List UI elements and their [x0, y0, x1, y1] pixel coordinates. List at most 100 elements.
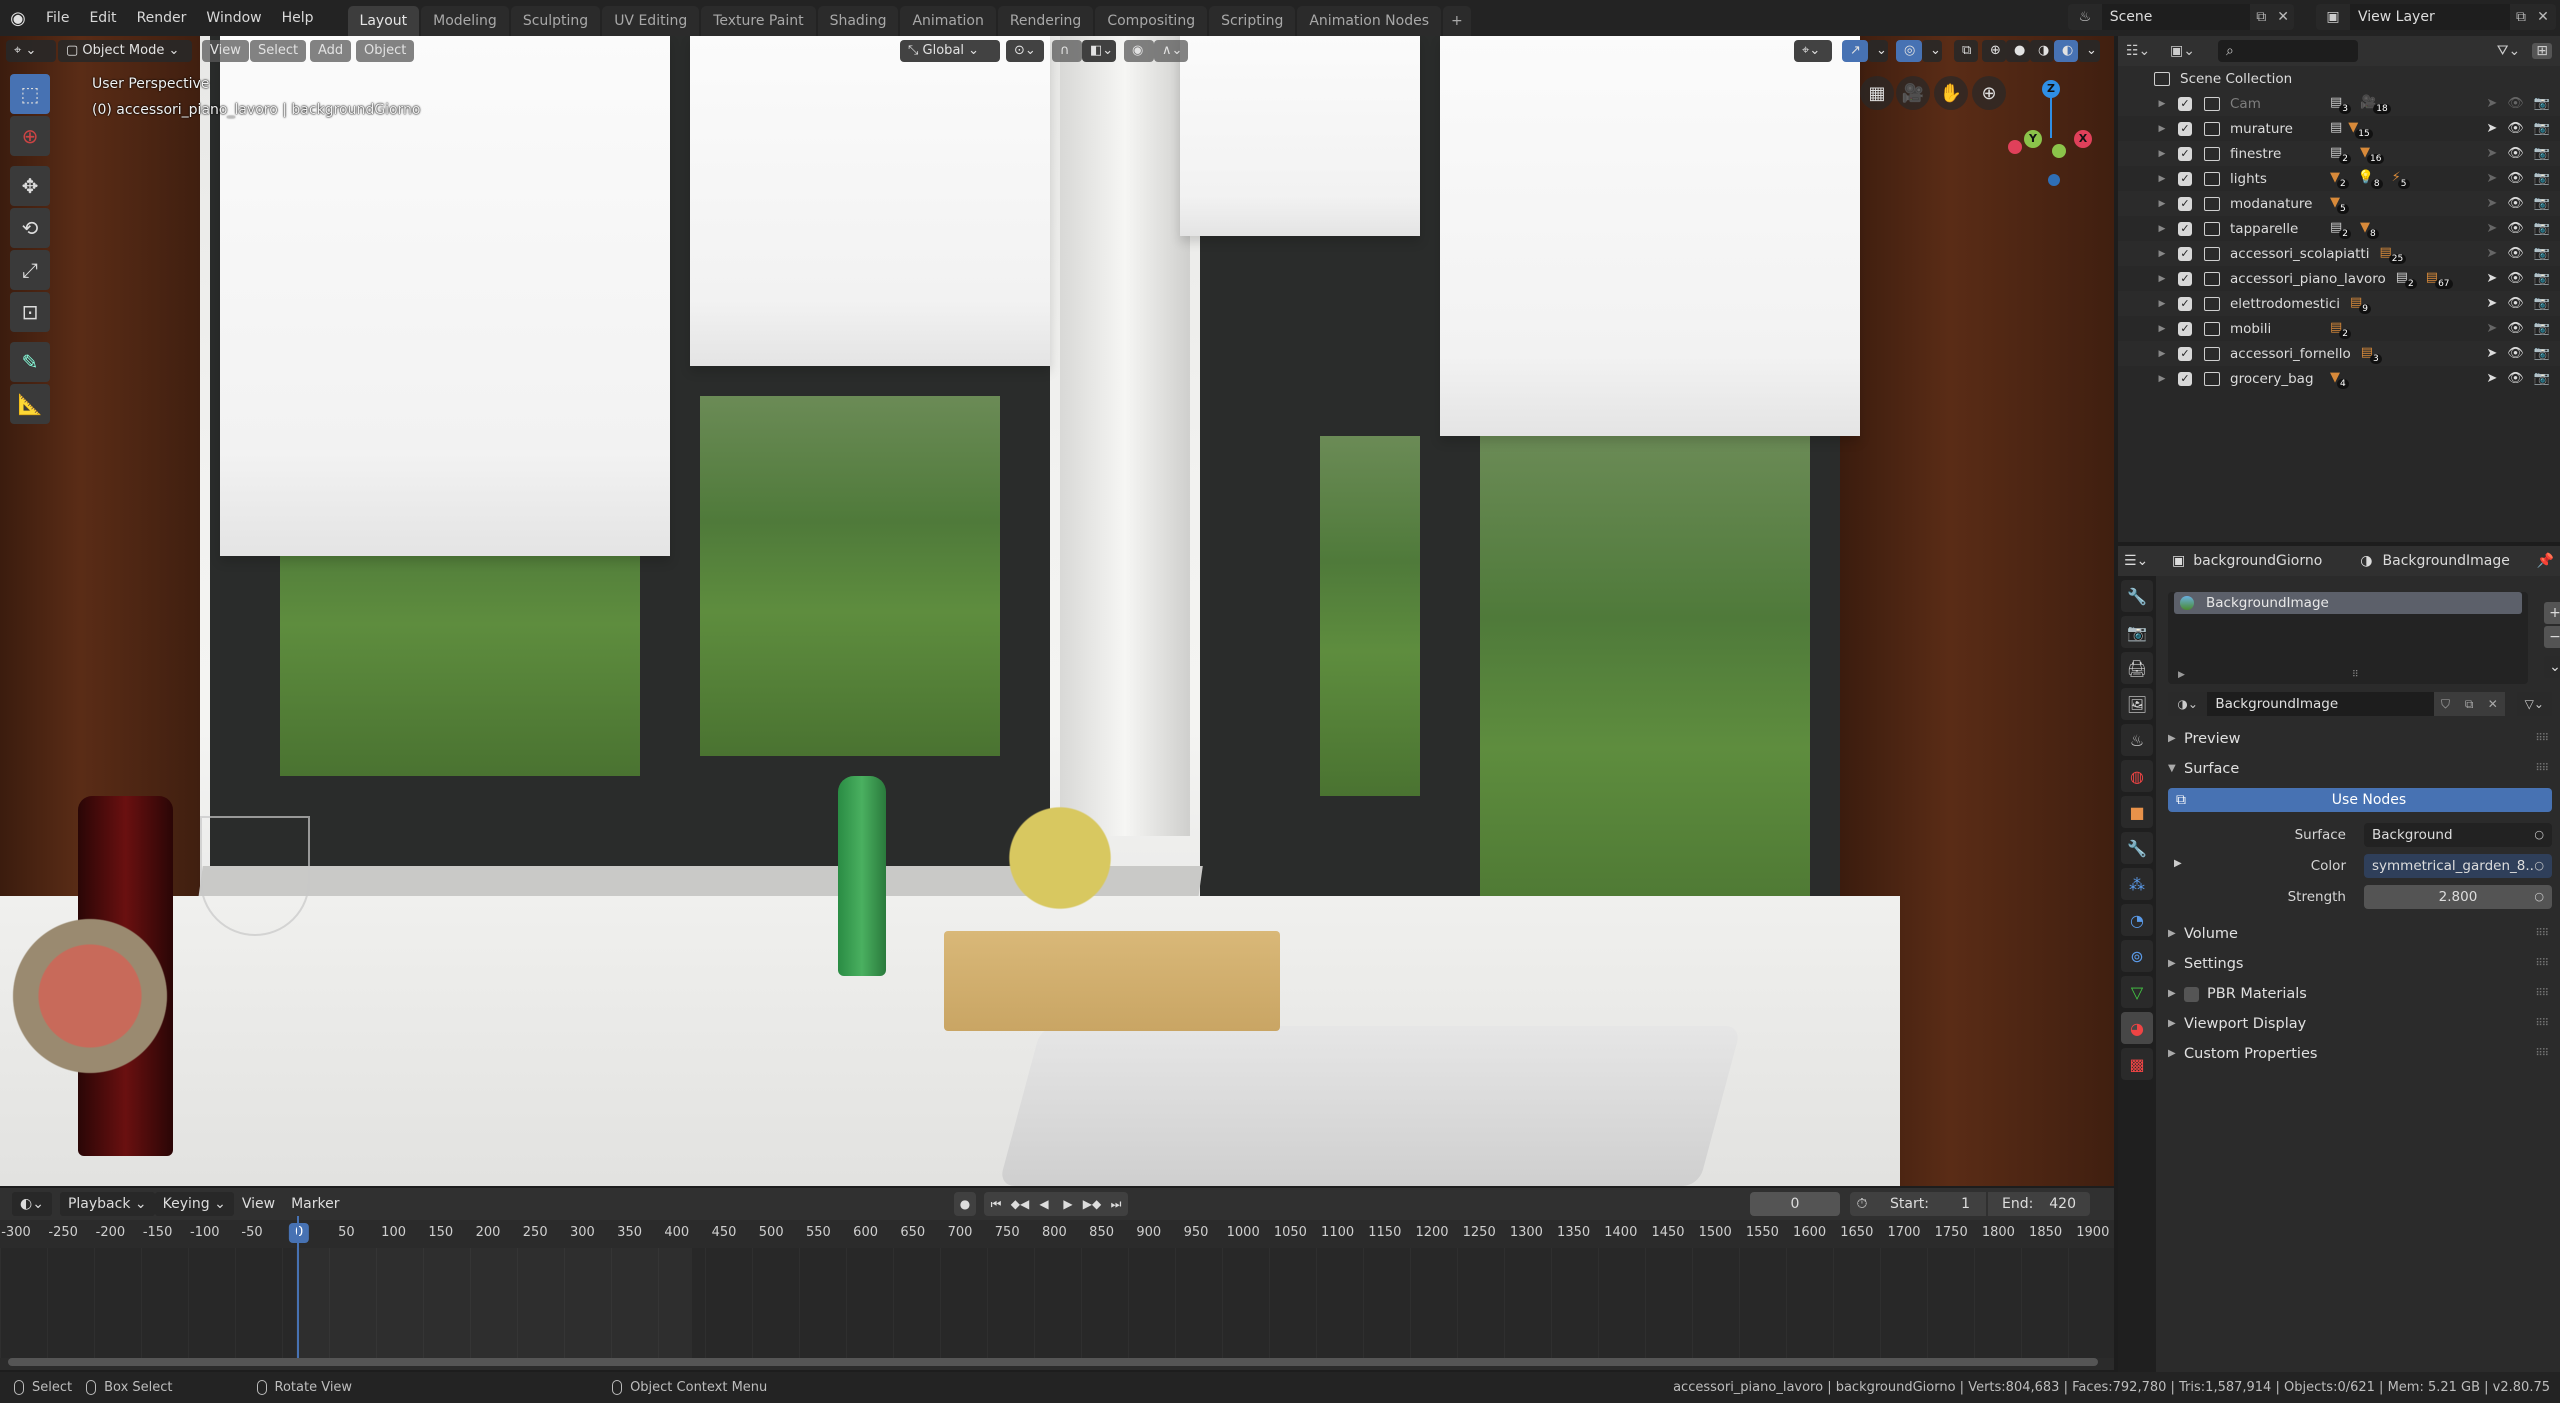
render-camera-icon[interactable]: 📷: [2534, 371, 2550, 386]
collection-name[interactable]: Cam: [2230, 96, 2320, 112]
collection-name[interactable]: grocery_bag: [2230, 371, 2320, 387]
tab-shading[interactable]: Shading: [817, 6, 899, 36]
toggle-grid-icon[interactable]: ▦: [1860, 76, 1894, 110]
menu-render[interactable]: Render: [127, 0, 197, 36]
shading-solid-button[interactable]: ●: [2006, 40, 2030, 62]
unlink-material-button[interactable]: ✕: [2480, 692, 2505, 716]
outliner-row-accessori-fornello[interactable]: ▶ ✓ accessori_fornello ▤3 ➤ 👁 📷: [2118, 341, 2560, 366]
collection-count-badge[interactable]: ▤3: [2361, 345, 2385, 365]
drag-grip-icon[interactable]: ⠿⠿: [2535, 724, 2549, 754]
filter-icon[interactable]: ⛛⌄: [2497, 43, 2521, 59]
selectable-toggle-icon[interactable]: ➤: [2486, 271, 2497, 286]
visibility-eye-icon[interactable]: 👁: [2507, 371, 2524, 386]
render-camera-icon[interactable]: 📷: [2534, 221, 2550, 236]
menu-file[interactable]: File: [36, 0, 79, 36]
render-camera-icon[interactable]: 📷: [2534, 271, 2550, 286]
measure-tool[interactable]: 📐: [10, 384, 50, 424]
tab-rendering[interactable]: Rendering: [997, 6, 1094, 36]
mesh-count-badge[interactable]: ▼15: [2348, 120, 2375, 140]
timeline-view-menu[interactable]: View: [234, 1192, 283, 1216]
selectable-toggle-icon[interactable]: ➤: [2486, 346, 2497, 361]
xray-toggle[interactable]: ⧉: [1954, 40, 1978, 62]
marker-menu[interactable]: Marker: [283, 1192, 347, 1216]
menu-add[interactable]: Add: [310, 40, 352, 62]
drag-grip-icon[interactable]: ⠿⠿: [2535, 949, 2549, 979]
expand-arrow-icon[interactable]: ▶: [2152, 324, 2172, 334]
outliner-row-lights[interactable]: ▶ ✓ lights ▼2 💡8 ⚡5 ➤ 👁 📷: [2118, 166, 2560, 191]
tab-world[interactable]: ◍: [2121, 760, 2153, 792]
camera-count-badge[interactable]: 🎥18: [2360, 95, 2394, 115]
outliner-row-tapparelle[interactable]: ▶ ✓ tapparelle ▤2 ▼8 ➤ 👁 📷: [2118, 216, 2560, 241]
collection-count-badge[interactable]: ▤2: [2396, 270, 2420, 290]
outliner-search-input[interactable]: ⌕: [2218, 40, 2358, 62]
drag-grip-icon[interactable]: ⠿⠿: [2535, 1009, 2549, 1039]
transform-tool[interactable]: ⊡: [10, 292, 50, 332]
render-camera-icon[interactable]: 📷: [2534, 171, 2550, 186]
menu-help[interactable]: Help: [272, 0, 324, 36]
exclude-checkbox[interactable]: ✓: [2178, 146, 2192, 161]
menu-select[interactable]: Select: [250, 40, 307, 62]
collection-count-badge[interactable]: ▤2: [2330, 220, 2354, 240]
material-slot[interactable]: BackgroundImage: [2174, 592, 2522, 614]
selectable-toggle-icon[interactable]: ➤: [2486, 171, 2497, 186]
exclude-checkbox[interactable]: ✓: [2178, 346, 2192, 361]
expand-arrow-icon[interactable]: ▶: [2152, 99, 2172, 109]
tab-sculpting[interactable]: Sculpting: [510, 6, 601, 36]
properties-editor-type-icon[interactable]: ☰⌄: [2124, 553, 2164, 569]
tab-material[interactable]: ◕: [2121, 1012, 2153, 1044]
camera-view-icon[interactable]: 🎥: [1896, 76, 1930, 110]
editor-type-button[interactable]: ⌖ ⌄: [6, 40, 56, 62]
collection-name[interactable]: finestre: [2230, 146, 2320, 162]
tab-compositing[interactable]: Compositing: [1095, 6, 1208, 36]
duplicate-material-button[interactable]: ⧉: [2457, 692, 2481, 716]
collection-count-badge[interactable]: ▤67: [2426, 270, 2456, 290]
panel-surface[interactable]: ▼ Surface ⠿⠿: [2168, 754, 2552, 784]
tab-layout[interactable]: Layout: [347, 6, 420, 36]
annotate-tool[interactable]: ✎: [10, 342, 50, 382]
view-layer-selector[interactable]: ▣ View Layer ⧉ ✕: [2316, 4, 2556, 30]
record-button[interactable]: ●: [954, 1192, 976, 1216]
end-frame-field[interactable]: End: 420: [1988, 1192, 2090, 1216]
tab-data[interactable]: ▽: [2121, 976, 2153, 1008]
tab-tool[interactable]: 🔧: [2121, 580, 2153, 612]
collection-name[interactable]: murature: [2230, 121, 2320, 137]
expand-arrow-icon[interactable]: ▶: [2152, 199, 2172, 209]
playhead[interactable]: [297, 1216, 299, 1358]
delete-scene-button[interactable]: ✕: [2272, 9, 2294, 25]
color-input-field[interactable]: symmetrical_garden_8.. ○: [2364, 854, 2552, 878]
expand-arrow-icon[interactable]: ▶: [2152, 124, 2172, 134]
move-tool[interactable]: ✥: [10, 166, 50, 206]
remove-slot-button[interactable]: −: [2544, 626, 2560, 648]
scene-selector[interactable]: ♨ Scene ⧉ ✕: [2068, 4, 2294, 30]
gizmo-neg-y[interactable]: [2052, 144, 2066, 158]
collection-name[interactable]: mobili: [2230, 321, 2320, 337]
visibility-eye-icon[interactable]: 👁: [2507, 221, 2524, 236]
surface-shader-field[interactable]: Background ○: [2364, 823, 2552, 847]
visibility-eye-icon[interactable]: 👁: [2507, 96, 2524, 111]
outliner-row-accessori-scolapiatti[interactable]: ▶ ✓ accessori_scolapiatti ▤25 ➤ 👁 📷: [2118, 241, 2560, 266]
next-keyframe-icon[interactable]: ▶◆: [1080, 1192, 1104, 1216]
outliner-row-Cam[interactable]: ▶ ✓ Cam ▤3 🎥18 ➤ 👁 📷: [2118, 91, 2560, 116]
collection-name[interactable]: accessori_fornello: [2230, 346, 2351, 362]
collection-count-badge[interactable]: ▤2: [2330, 320, 2354, 340]
render-camera-icon[interactable]: 📷: [2534, 246, 2550, 261]
timeline-scrollbar[interactable]: [8, 1358, 2098, 1366]
tab-modeling[interactable]: Modeling: [421, 6, 509, 36]
visibility-eye-icon[interactable]: 👁: [2507, 296, 2524, 311]
play-reverse-icon[interactable]: ◀: [1032, 1192, 1056, 1216]
gizmo-neg-x[interactable]: [2008, 140, 2022, 154]
exclude-checkbox[interactable]: ✓: [2178, 196, 2192, 211]
current-frame-field[interactable]: 0: [1750, 1192, 1840, 1216]
add-workspace-button[interactable]: +: [1443, 6, 1471, 36]
snap-target-button[interactable]: ◧⌄: [1082, 40, 1116, 62]
tab-animation-nodes[interactable]: Animation Nodes: [1297, 6, 1442, 36]
exclude-checkbox[interactable]: ✓: [2178, 96, 2192, 111]
3d-viewport[interactable]: ⌖ ⌄ ▢ Object Mode ⌄ View Select Add Obje…: [0, 36, 2114, 1186]
timeline-editor-type[interactable]: ◐⌄: [12, 1192, 52, 1216]
expand-arrow-icon[interactable]: ▶: [2152, 374, 2172, 384]
expand-arrow-icon[interactable]: ▶: [2152, 224, 2172, 234]
collection-count-badge[interactable]: ▤3: [2330, 95, 2354, 115]
exclude-checkbox[interactable]: ✓: [2178, 121, 2192, 136]
exclude-checkbox[interactable]: ✓: [2178, 171, 2192, 186]
use-nodes-button[interactable]: ⧉ Use Nodes: [2168, 788, 2552, 812]
